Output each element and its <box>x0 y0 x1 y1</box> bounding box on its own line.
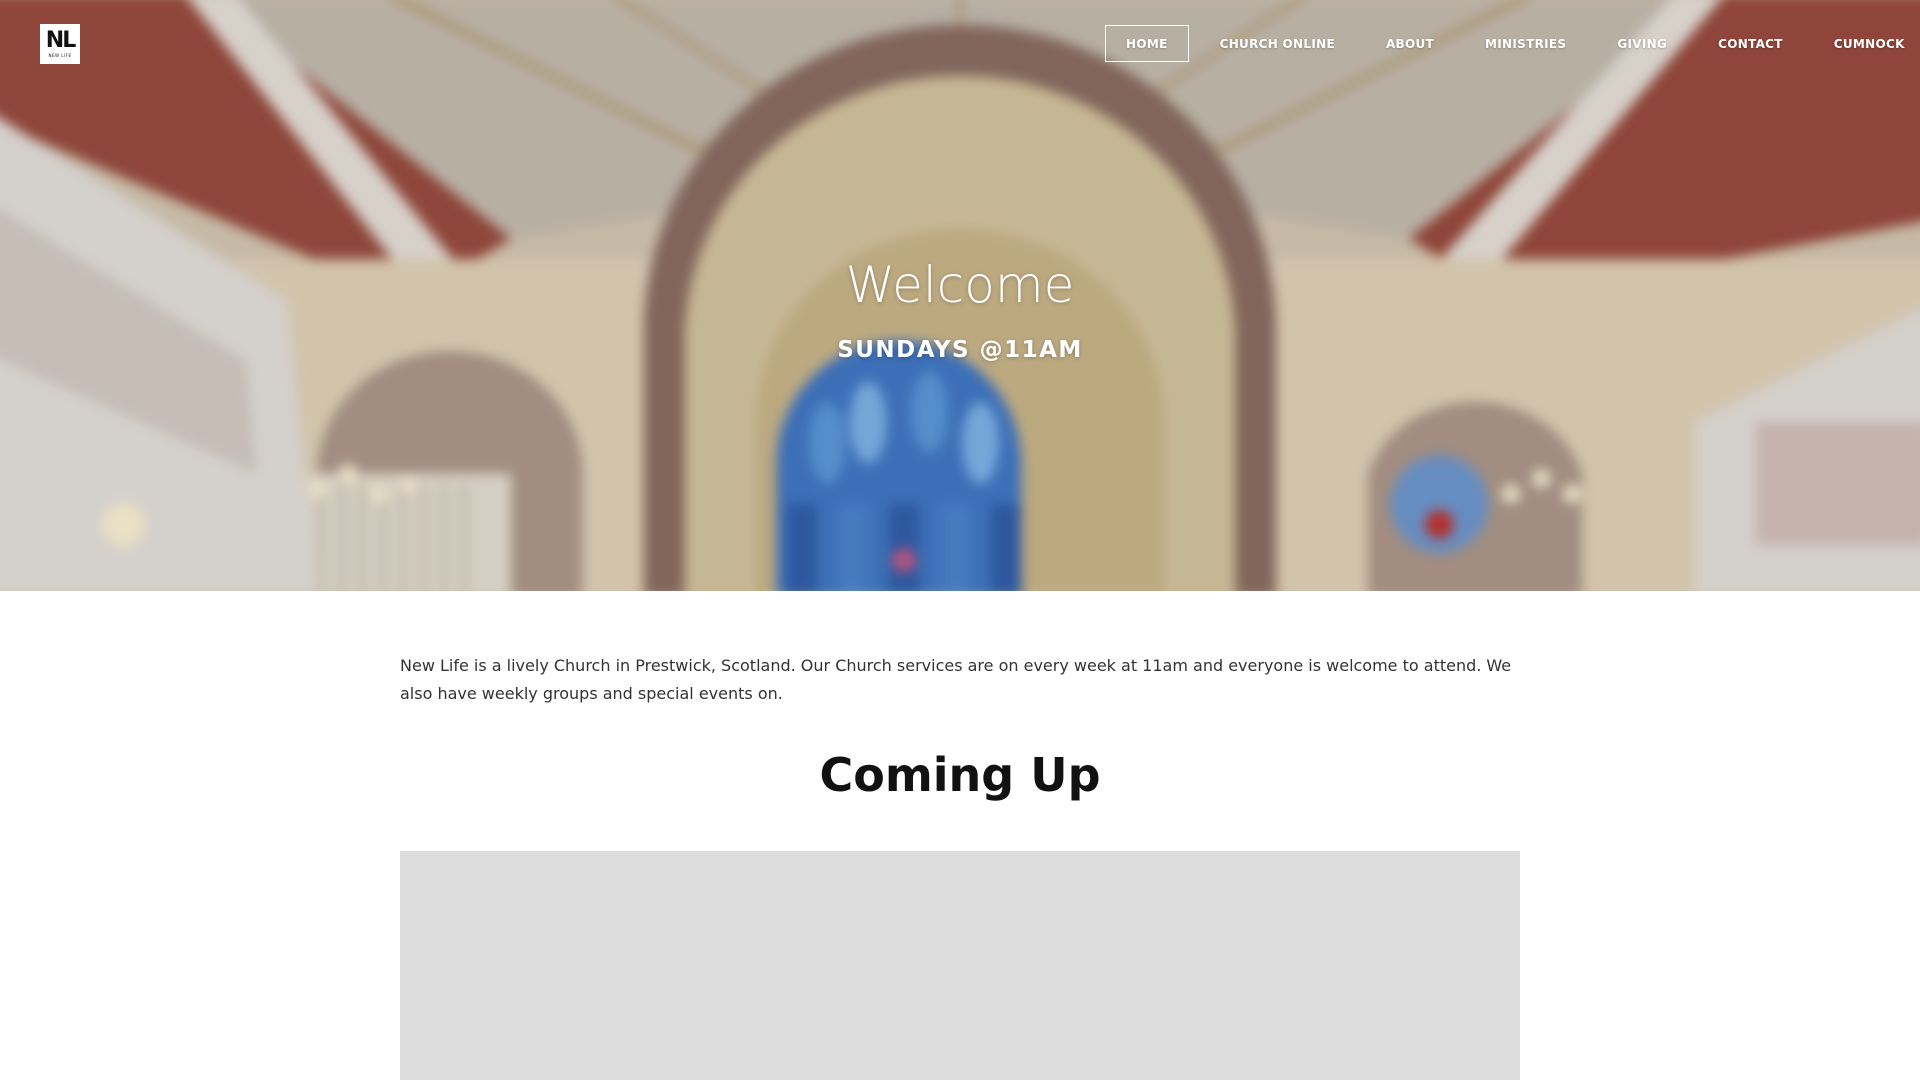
logo-mark: NL <box>45 27 76 53</box>
nav-item-church-online[interactable]: CHURCH ONLINE <box>1200 25 1355 62</box>
events-placeholder <box>400 851 1520 1080</box>
logo-subtext: NEW LIFE <box>48 52 72 58</box>
main-nav: HOME CHURCH ONLINE ABOUT MINISTRIES GIVI… <box>1105 25 1920 62</box>
site-logo[interactable]: NL NEW LIFE <box>40 24 80 64</box>
nav-item-giving[interactable]: GIVING <box>1597 25 1687 62</box>
nav-item-about[interactable]: ABOUT <box>1366 25 1454 62</box>
section-title: Coming Up <box>819 748 1101 802</box>
hero-subtitle: SUNDAYS @11AM <box>837 337 1083 363</box>
hero-banner: NL NEW LIFE HOME CHURCH ONLINE ABOUT MIN… <box>0 0 1920 591</box>
hero-title: Welcome <box>845 256 1075 314</box>
intro-paragraph: New Life is a lively Church in Prestwick… <box>400 656 1512 703</box>
nav-item-home[interactable]: HOME <box>1105 25 1189 62</box>
nav-item-contact[interactable]: CONTACT <box>1698 25 1803 62</box>
nav-item-cumnock[interactable]: CUMNOCK <box>1814 25 1920 62</box>
nav-item-ministries[interactable]: MINISTRIES <box>1465 25 1586 62</box>
